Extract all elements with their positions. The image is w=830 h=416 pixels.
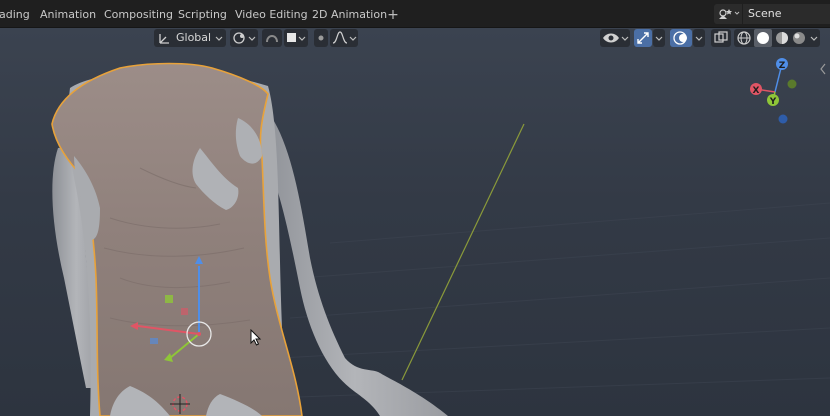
snap-icon [266,35,278,43]
chevron-down-icon [215,36,223,41]
proportional-edit-icon [318,35,324,41]
gizmo-xy-plane[interactable] [150,338,158,344]
nav-label-y: Y [769,97,777,107]
orientation-icon [159,34,169,44]
chevron-down-icon [695,36,703,41]
overlay-icon [673,31,687,45]
solid-shading-icon [757,32,769,44]
gizmo-toggle[interactable] [634,29,652,47]
shading-mode-group [734,29,820,47]
chevron-down-icon [655,36,663,41]
tab-compositing[interactable]: Compositing [97,6,180,24]
proportional-edit-toggle[interactable] [314,29,328,47]
scene-selector[interactable]: Scene [714,4,830,24]
navigation-gizmo[interactable]: Z X Y [750,58,797,124]
tab-shading[interactable]: ading [0,6,37,24]
material-preview-icon[interactable] [773,29,791,47]
tab-animation[interactable]: Animation [33,6,103,24]
scene-icon [719,9,740,19]
y-axis-line [401,123,525,381]
nav-label-x: X [753,86,760,96]
tab-scripting[interactable]: Scripting [171,6,234,24]
wireframe-shading-icon[interactable] [734,29,754,47]
nav-axis-neg-z[interactable] [778,114,788,124]
transform-orientation-dropdown[interactable]: Global [154,29,226,47]
mouse-pointer-icon [250,329,262,346]
gizmo-icon [637,32,649,44]
tab-2d-animation[interactable]: 2D Animation [305,6,394,24]
viewport-canvas: Z X Y [51,58,830,416]
snap-toggle[interactable] [262,29,282,47]
snap-target-icon [287,33,306,42]
scene-name-field[interactable]: Scene [743,4,830,24]
xray-icon [714,31,728,43]
pivot-point-icon [233,32,256,44]
gizmo-dropdown[interactable] [653,29,665,47]
add-workspace-button[interactable]: + [384,6,402,24]
falloff-dropdown[interactable] [330,29,358,47]
gizmo-xz-plane[interactable] [165,295,173,303]
gizmo-yz-plane[interactable] [181,308,188,315]
solid-shading-button[interactable] [754,29,772,47]
overlay-toggle[interactable] [670,29,692,47]
snap-target-dropdown[interactable] [284,29,308,47]
falloff-curve-icon [332,31,357,44]
xray-toggle[interactable] [711,29,731,47]
workspace-tab-bar: ading Animation Compositing Scripting Vi… [0,0,830,28]
sidebar-toggle-icon[interactable] [818,62,828,76]
pivot-point-dropdown[interactable] [230,29,258,47]
visibility-icon [603,33,629,43]
tab-video-editing[interactable]: Video Editing [228,6,315,24]
nav-label-z: Z [779,61,786,71]
chevron-down-icon[interactable] [808,29,820,47]
overlay-dropdown[interactable] [693,29,705,47]
transform-orientation-label: Global [176,31,212,44]
nav-axis-neg-y[interactable] [787,79,797,89]
rendered-shading-icon[interactable] [790,29,808,47]
scene-browse-button[interactable] [714,4,742,24]
3d-viewport[interactable]: Z X Y Global [0,28,830,416]
object-visibility-dropdown[interactable] [600,29,630,47]
